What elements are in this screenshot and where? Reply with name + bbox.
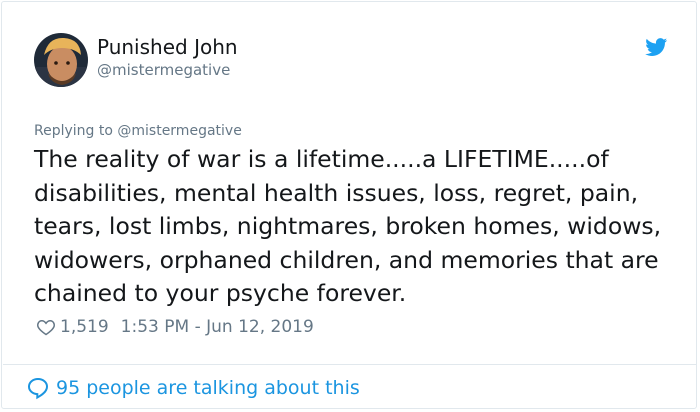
timestamp[interactable]: 1:53 PM - Jun 12, 2019 [121, 317, 314, 337]
display-name[interactable]: Punished John [97, 35, 238, 59]
tweet-card: Punished John @mistermegative Replying t… [1, 1, 697, 409]
like-count[interactable]: 1,519 [60, 317, 109, 337]
replying-to-label[interactable]: Replying to @mistermegative [34, 123, 242, 139]
tweet-meta: 1,519 1:53 PM - Jun 12, 2019 [36, 315, 314, 339]
tweet-text: The reality of war is a lifetime.....a L… [34, 145, 662, 307]
avatar[interactable] [34, 33, 88, 87]
user-avatar-icon [34, 33, 88, 87]
talking-label[interactable]: 95 people are talking about this [56, 377, 360, 399]
divider [3, 364, 697, 365]
speech-bubble-icon [27, 377, 49, 400]
twitter-bird-icon[interactable] [644, 36, 669, 58]
conversation-link[interactable]: 95 people are talking about this [26, 375, 360, 401]
heart-icon[interactable] [36, 317, 56, 337]
user-handle[interactable]: @mistermegative [97, 61, 230, 79]
